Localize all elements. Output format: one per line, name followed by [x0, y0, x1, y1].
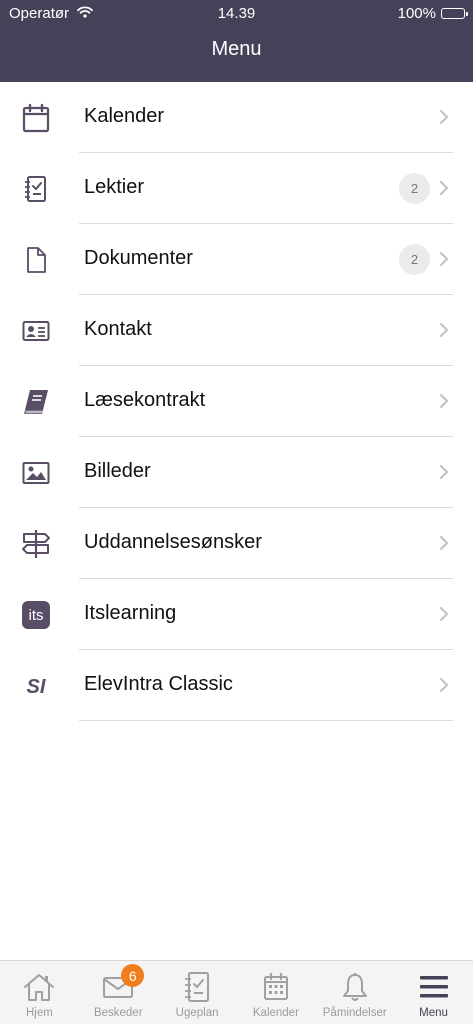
- chevron-right-icon: [438, 109, 450, 125]
- menu-item-label: Uddannelsesønsker: [84, 531, 262, 553]
- tab-pamindelser[interactable]: Påmindelser: [315, 961, 394, 1024]
- menu-item-label: Kontakt: [84, 318, 152, 340]
- elevintra-logo-text: SI: [26, 676, 45, 698]
- menu-item-label: Læsekontrakt: [84, 389, 206, 411]
- menu-item-dokumenter[interactable]: Dokumenter 2: [0, 224, 473, 295]
- image-icon: [20, 457, 51, 488]
- calendar-grid-icon: [259, 971, 293, 1003]
- menu-item-label: Dokumenter: [84, 247, 193, 269]
- tab-label: Kalender: [252, 1007, 299, 1019]
- menu-item-label: Kalender: [84, 105, 165, 127]
- chevron-right-icon: [438, 322, 450, 338]
- contact-card-icon: [20, 315, 51, 346]
- menu-item-label: Lektier: [84, 176, 145, 198]
- itslearning-logo-icon: its: [20, 599, 51, 630]
- status-bar: Operatør 14.39 100%: [0, 0, 473, 26]
- tab-menu[interactable]: Menu: [394, 961, 473, 1024]
- itslearning-logo-text: its: [28, 607, 43, 624]
- page-title: Menu: [211, 38, 262, 60]
- bell-icon: [338, 971, 372, 1003]
- tab-hjem[interactable]: Hjem: [0, 961, 79, 1024]
- tab-label: Påmindelser: [322, 1007, 387, 1019]
- hamburger-menu-icon: [417, 971, 451, 1003]
- divider: [79, 720, 453, 721]
- tab-kalender[interactable]: Kalender: [236, 961, 315, 1024]
- menu-item-label: Billeder: [84, 460, 151, 482]
- tab-beskeder[interactable]: 6 Beskeder: [79, 961, 158, 1024]
- menu-item-elevintra-classic[interactable]: SI ElevIntra Classic: [0, 650, 473, 721]
- count-badge: 2: [399, 173, 430, 204]
- weekplan-checklist-icon: [180, 971, 214, 1003]
- elevintra-logo-icon: SI: [20, 670, 51, 701]
- menu-item-itslearning[interactable]: its Itslearning: [0, 579, 473, 650]
- chevron-right-icon: [438, 535, 450, 551]
- menu-item-kontakt[interactable]: Kontakt: [0, 295, 473, 366]
- unread-badge: 6: [121, 964, 145, 987]
- tab-label: Menu: [419, 1007, 448, 1019]
- home-icon: [22, 971, 56, 1003]
- book-icon: [20, 386, 51, 417]
- menu-item-lektier[interactable]: Lektier 2: [0, 153, 473, 224]
- menu-item-billeder[interactable]: Billeder: [0, 437, 473, 508]
- battery-icon: [441, 8, 468, 19]
- menu-item-kalender[interactable]: Kalender: [0, 82, 473, 153]
- count-badge: 2: [399, 244, 430, 275]
- signpost-icon: [20, 528, 51, 559]
- tab-ugeplan[interactable]: Ugeplan: [158, 961, 237, 1024]
- document-icon: [20, 244, 51, 275]
- homework-checklist-icon: [20, 173, 51, 204]
- menu-item-label: ElevIntra Classic: [84, 673, 233, 695]
- header: Operatør 14.39 100% Menu: [0, 0, 473, 82]
- menu-item-laesekontrakt[interactable]: Læsekontrakt: [0, 366, 473, 437]
- menu-item-uddannelsesonsker[interactable]: Uddannelsesønsker: [0, 508, 473, 579]
- screen: Operatør 14.39 100% Menu Kalender Lektie…: [0, 0, 473, 1024]
- menu-item-label: Itslearning: [84, 602, 177, 624]
- tab-bar: Hjem 6 Beskeder Ugeplan Kalender Påminde…: [0, 960, 473, 1024]
- battery-percent: 100%: [397, 5, 436, 22]
- chevron-right-icon: [438, 606, 450, 622]
- status-battery: 100%: [397, 5, 468, 22]
- chevron-right-icon: [438, 677, 450, 693]
- menu-list: Kalender Lektier 2 Dokumenter 2 Kontakt …: [0, 82, 473, 721]
- chevron-right-icon: [438, 180, 450, 196]
- tab-label: Hjem: [25, 1007, 53, 1019]
- chevron-right-icon: [438, 393, 450, 409]
- chevron-right-icon: [438, 251, 450, 267]
- tab-label: Beskeder: [93, 1007, 143, 1019]
- chevron-right-icon: [438, 464, 450, 480]
- tab-label: Ugeplan: [175, 1007, 219, 1019]
- calendar-icon: [20, 102, 51, 133]
